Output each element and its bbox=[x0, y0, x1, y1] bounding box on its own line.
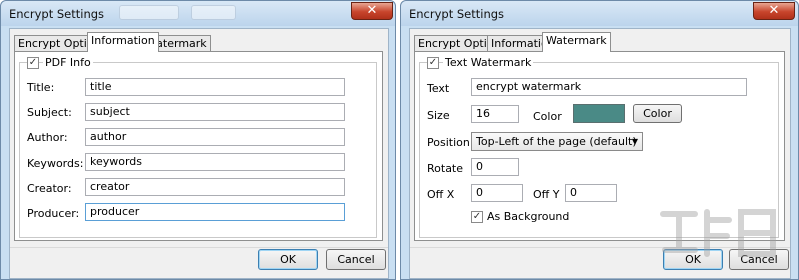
window-title: Encrypt Settings bbox=[409, 7, 505, 21]
title-bar[interactable]: Encrypt Settings ✕ bbox=[1, 1, 395, 26]
title-field[interactable]: title bbox=[85, 78, 345, 96]
color-button[interactable]: Color bbox=[633, 104, 682, 123]
color-swatch bbox=[573, 104, 625, 123]
text-label: Text bbox=[427, 82, 450, 95]
position-select-value: Top-Left of the page (default) bbox=[476, 135, 637, 148]
site-watermark-graphic bbox=[660, 209, 776, 257]
tab-watermark[interactable]: Watermark bbox=[542, 32, 611, 52]
rotate-label: Rotate bbox=[427, 162, 464, 175]
position-select[interactable]: Top-Left of the page (default) ▼ bbox=[471, 132, 643, 151]
creator-field[interactable]: creator bbox=[85, 178, 345, 196]
producer-field[interactable]: producer bbox=[85, 203, 345, 221]
as-background-label: As Background bbox=[487, 210, 570, 223]
size-label: Size bbox=[427, 109, 450, 122]
information-tab-panel: ✓ PDF Info Title: title Subject: subject… bbox=[14, 51, 383, 241]
cancel-button[interactable]: Cancel bbox=[326, 249, 386, 270]
title-bar[interactable]: Encrypt Settings ✕ bbox=[401, 1, 798, 26]
close-button[interactable]: ✕ bbox=[351, 2, 393, 20]
offset-y-field[interactable]: 0 bbox=[565, 184, 617, 202]
watermark-text-field[interactable]: encrypt watermark bbox=[471, 78, 747, 96]
text-watermark-label: Text Watermark bbox=[443, 56, 534, 69]
footer-separator bbox=[10, 247, 388, 248]
size-field[interactable]: 16 bbox=[471, 105, 519, 123]
offset-y-label: Off Y bbox=[533, 188, 560, 201]
close-button[interactable]: ✕ bbox=[753, 2, 795, 20]
tab-information[interactable]: Information bbox=[87, 32, 159, 52]
subject-label: Subject: bbox=[27, 106, 72, 119]
dialog-client-area: Encrypt Options Information Watermark ✓ … bbox=[9, 28, 389, 279]
encrypt-settings-dialog-information: Encrypt Settings ✕ Encrypt Options Infor… bbox=[0, 0, 396, 280]
offset-x-field[interactable]: 0 bbox=[471, 184, 523, 202]
author-field[interactable]: author bbox=[85, 128, 345, 146]
chevron-down-icon: ▼ bbox=[631, 137, 638, 146]
offset-x-label: Off X bbox=[427, 188, 455, 201]
color-label: Color bbox=[533, 110, 562, 123]
creator-label: Creator: bbox=[27, 182, 72, 195]
pdf-info-checkbox[interactable]: ✓ bbox=[27, 57, 39, 69]
pdf-info-label: PDF Info bbox=[43, 56, 93, 69]
author-label: Author: bbox=[27, 131, 68, 144]
title-label: Title: bbox=[27, 81, 55, 94]
rotate-field[interactable]: 0 bbox=[471, 158, 519, 176]
background-tab-ghost bbox=[119, 5, 179, 20]
text-watermark-checkbox[interactable]: ✓ bbox=[427, 57, 439, 69]
position-label: Position bbox=[427, 136, 470, 149]
background-tab-ghost bbox=[191, 5, 236, 20]
producer-label: Producer: bbox=[27, 207, 80, 220]
keywords-label: Keywords: bbox=[27, 157, 84, 170]
subject-field[interactable]: subject bbox=[85, 103, 345, 121]
as-background-checkbox[interactable]: ✓ bbox=[471, 211, 483, 223]
ok-button[interactable]: OK bbox=[258, 249, 318, 270]
window-title: Encrypt Settings bbox=[9, 7, 105, 21]
keywords-field[interactable]: keywords bbox=[85, 153, 345, 171]
